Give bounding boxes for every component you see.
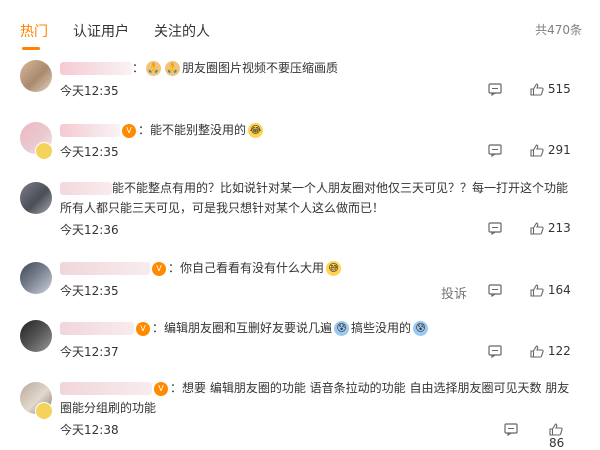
comment-total-count: 共470条 [535,23,582,37]
comment-tabs: 热门 认证用户 关注的人 共470条 [0,0,600,56]
avatar[interactable] [20,262,52,294]
vip-badge-icon: V [152,261,166,276]
reply-button[interactable] [488,283,502,297]
tab-hot[interactable]: 热门 [20,21,48,41]
avatar[interactable] [20,320,52,352]
reply-button[interactable] [504,422,518,436]
tab-following[interactable]: 关注的人 [154,21,210,41]
thumbs-up-icon [530,284,544,297]
reply-button[interactable] [488,344,502,358]
comment-time: 今天12:35 [60,284,119,298]
like-count: 122 [547,344,571,358]
comment-text: 能不能整点有用的？比如说针对某一个人朋友圈对他仅三天可见？？每一打开这个功能所有… [60,181,569,215]
comment-bubble-icon [488,144,502,157]
pray-emoji-icon: 🙏 [165,61,181,76]
separator: ： [152,321,165,335]
comment-time: 今天12:37 [60,345,119,359]
like-button[interactable]: 291 [530,143,571,157]
comment-bubble-icon [488,284,502,297]
thumbs-up-icon [549,423,563,436]
vip-badge-icon: V [122,123,136,138]
comment-time: 今天12:35 [60,145,119,159]
username-blurred[interactable] [60,322,134,335]
comment-text: 能不能别整没用的 [150,123,247,137]
pray-emoji-icon: 🙏 [146,61,162,76]
username-blurred[interactable] [60,262,150,275]
like-count: 515 [547,82,571,96]
separator: ： [132,61,145,75]
like-button[interactable]: 164 [530,283,571,297]
reply-button[interactable] [488,82,502,96]
tab-verified-users[interactable]: 认证用户 [73,21,129,41]
like-count: 213 [547,221,571,235]
reply-button[interactable] [488,221,502,235]
username-blurred[interactable] [60,124,120,137]
like-button[interactable]: 122 [530,344,571,358]
vip-badge-icon: V [136,321,150,336]
like-button[interactable]: 86 [549,422,578,450]
vip-badge-icon: V [154,381,168,396]
like-button[interactable]: 213 [530,221,571,235]
comment-time: 今天12:38 [60,423,119,437]
comment-text: 搞些没用的 [351,321,412,335]
comment-text: 编辑朋友圈和互删好友要说几遍 [164,321,333,335]
separator: ： [138,123,151,137]
like-button[interactable]: 515 [530,82,571,96]
comment-text: 你自己看看有没有什么大用 [180,261,325,275]
comment-bubble-icon [488,222,502,235]
thumbs-up-icon [530,345,544,358]
username-blurred[interactable] [60,382,152,395]
sweating-emoji-icon: 😰 [334,321,350,336]
avatar[interactable] [20,60,52,92]
sweating-emoji-icon: 😰 [413,321,429,336]
thumbs-up-icon [530,83,544,96]
thumbs-up-icon [530,222,544,235]
like-count: 86 [549,436,565,450]
active-tab-indicator [22,47,40,50]
reply-button[interactable] [488,143,502,157]
comment-bubble-icon [488,345,502,358]
avatar-badge-icon [35,142,53,160]
separator: ： [168,261,181,275]
avatar-badge-icon [35,402,53,420]
report-button[interactable]: 投诉 [441,283,467,302]
avatar[interactable] [20,182,52,214]
comment-time: 今天12:36 [60,223,119,237]
username-blurred[interactable] [60,62,132,75]
comment-bubble-icon [488,83,502,96]
thumbs-up-icon [530,144,544,157]
comment-text: 朋友圈图片视频不要压缩画质 [182,61,339,75]
comment-time: 今天12:35 [60,84,119,98]
username-blurred[interactable] [60,182,112,195]
separator: ： [170,381,183,395]
grinning-sweat-emoji-icon: 😅 [326,261,342,276]
comment-bubble-icon [504,423,518,436]
like-count: 164 [547,283,571,297]
laughing-emoji-icon: 😂 [248,123,264,138]
like-count: 291 [547,143,571,157]
